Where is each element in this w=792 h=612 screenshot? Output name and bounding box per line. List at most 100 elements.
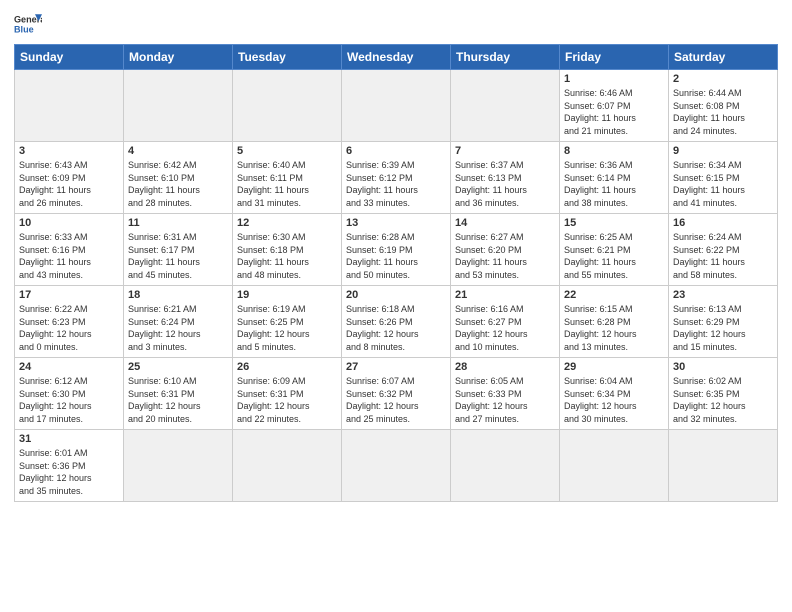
day-info: Sunrise: 6:15 AM Sunset: 6:28 PM Dayligh…	[564, 303, 664, 353]
day-number: 7	[455, 145, 555, 157]
day-info: Sunrise: 6:12 AM Sunset: 6:30 PM Dayligh…	[19, 375, 119, 425]
day-info: Sunrise: 6:16 AM Sunset: 6:27 PM Dayligh…	[455, 303, 555, 353]
day-number: 13	[346, 217, 446, 229]
day-number: 31	[19, 433, 119, 445]
calendar-cell	[451, 70, 560, 142]
calendar-cell: 23 Sunrise: 6:13 AM Sunset: 6:29 PM Dayli…	[669, 286, 778, 358]
calendar-cell: 20 Sunrise: 6:18 AM Sunset: 6:26 PM Dayli…	[342, 286, 451, 358]
day-number: 22	[564, 289, 664, 301]
calendar-cell: 29 Sunrise: 6:04 AM Sunset: 6:34 PM Dayli…	[560, 358, 669, 430]
day-info: Sunrise: 6:42 AM Sunset: 6:10 PM Dayligh…	[128, 159, 228, 209]
calendar-cell: 11 Sunrise: 6:31 AM Sunset: 6:17 PM Dayli…	[124, 214, 233, 286]
day-info: Sunrise: 6:04 AM Sunset: 6:34 PM Dayligh…	[564, 375, 664, 425]
day-number: 6	[346, 145, 446, 157]
day-number: 17	[19, 289, 119, 301]
calendar-cell: 1Sunrise: 6:46 AM Sunset: 6:07 PM Daylig…	[560, 70, 669, 142]
day-number: 18	[128, 289, 228, 301]
weekday-sunday: Sunday	[15, 45, 124, 70]
calendar-cell: 26Sunrise: 6:09 AM Sunset: 6:31 PM Dayli…	[233, 358, 342, 430]
day-number: 3	[19, 145, 119, 157]
week-row-4: 17 Sunrise: 6:22 AM Sunset: 6:23 PM Dayli…	[15, 286, 778, 358]
day-number: 4	[128, 145, 228, 157]
week-row-6: 31 Sunrise: 6:01 AM Sunset: 6:36 PM Dayli…	[15, 430, 778, 502]
day-number: 15	[564, 217, 664, 229]
day-number: 10	[19, 217, 119, 229]
weekday-saturday: Saturday	[669, 45, 778, 70]
calendar-cell: 30Sunrise: 6:02 AM Sunset: 6:35 PM Dayli…	[669, 358, 778, 430]
day-info: Sunrise: 6:24 AM Sunset: 6:22 PM Dayligh…	[673, 231, 773, 281]
calendar-cell: 12 Sunrise: 6:30 AM Sunset: 6:18 PM Dayli…	[233, 214, 342, 286]
calendar-cell	[233, 430, 342, 502]
day-info: Sunrise: 6:21 AM Sunset: 6:24 PM Dayligh…	[128, 303, 228, 353]
calendar-cell: 31 Sunrise: 6:01 AM Sunset: 6:36 PM Dayli…	[15, 430, 124, 502]
weekday-monday: Monday	[124, 45, 233, 70]
day-number: 2	[673, 73, 773, 85]
calendar-cell	[342, 70, 451, 142]
day-info: Sunrise: 6:43 AM Sunset: 6:09 PM Dayligh…	[19, 159, 119, 209]
calendar-cell: 16 Sunrise: 6:24 AM Sunset: 6:22 PM Dayli…	[669, 214, 778, 286]
day-number: 16	[673, 217, 773, 229]
day-number: 27	[346, 361, 446, 373]
calendar-cell: 4 Sunrise: 6:42 AM Sunset: 6:10 PM Daylig…	[124, 142, 233, 214]
calendar-cell: 2 Sunrise: 6:44 AM Sunset: 6:08 PM Daylig…	[669, 70, 778, 142]
week-row-2: 3 Sunrise: 6:43 AM Sunset: 6:09 PM Daylig…	[15, 142, 778, 214]
calendar-cell: 19 Sunrise: 6:19 AM Sunset: 6:25 PM Dayli…	[233, 286, 342, 358]
day-number: 24	[19, 361, 119, 373]
weekday-thursday: Thursday	[451, 45, 560, 70]
day-number: 23	[673, 289, 773, 301]
day-info: Sunrise: 6:25 AM Sunset: 6:21 PM Dayligh…	[564, 231, 664, 281]
day-number: 21	[455, 289, 555, 301]
calendar-cell: 6 Sunrise: 6:39 AM Sunset: 6:12 PM Daylig…	[342, 142, 451, 214]
day-number: 20	[346, 289, 446, 301]
calendar-cell: 8Sunrise: 6:36 AM Sunset: 6:14 PM Daylig…	[560, 142, 669, 214]
day-number: 11	[128, 217, 228, 229]
weekday-header-row: SundayMondayTuesdayWednesdayThursdayFrid…	[15, 45, 778, 70]
day-info: Sunrise: 6:39 AM Sunset: 6:12 PM Dayligh…	[346, 159, 446, 209]
calendar-cell	[342, 430, 451, 502]
day-number: 29	[564, 361, 664, 373]
generalblue-logo-icon: General Blue	[14, 10, 42, 38]
day-number: 1	[564, 73, 664, 85]
calendar-cell	[451, 430, 560, 502]
day-info: Sunrise: 6:31 AM Sunset: 6:17 PM Dayligh…	[128, 231, 228, 281]
day-info: Sunrise: 6:18 AM Sunset: 6:26 PM Dayligh…	[346, 303, 446, 353]
calendar-cell: 5Sunrise: 6:40 AM Sunset: 6:11 PM Daylig…	[233, 142, 342, 214]
calendar-cell: 13 Sunrise: 6:28 AM Sunset: 6:19 PM Dayli…	[342, 214, 451, 286]
day-number: 25	[128, 361, 228, 373]
day-number: 14	[455, 217, 555, 229]
weekday-friday: Friday	[560, 45, 669, 70]
day-info: Sunrise: 6:27 AM Sunset: 6:20 PM Dayligh…	[455, 231, 555, 281]
calendar-cell	[560, 430, 669, 502]
calendar-cell: 14 Sunrise: 6:27 AM Sunset: 6:20 PM Dayli…	[451, 214, 560, 286]
calendar-table: SundayMondayTuesdayWednesdayThursdayFrid…	[14, 44, 778, 502]
day-info: Sunrise: 6:07 AM Sunset: 6:32 PM Dayligh…	[346, 375, 446, 425]
day-number: 5	[237, 145, 337, 157]
day-info: Sunrise: 6:05 AM Sunset: 6:33 PM Dayligh…	[455, 375, 555, 425]
day-info: Sunrise: 6:28 AM Sunset: 6:19 PM Dayligh…	[346, 231, 446, 281]
logo: General Blue	[14, 10, 42, 38]
week-row-5: 24 Sunrise: 6:12 AM Sunset: 6:30 PM Dayli…	[15, 358, 778, 430]
day-info: Sunrise: 6:01 AM Sunset: 6:36 PM Dayligh…	[19, 447, 119, 497]
day-info: Sunrise: 6:44 AM Sunset: 6:08 PM Dayligh…	[673, 87, 773, 137]
day-number: 28	[455, 361, 555, 373]
calendar-cell: 21 Sunrise: 6:16 AM Sunset: 6:27 PM Dayli…	[451, 286, 560, 358]
day-number: 30	[673, 361, 773, 373]
calendar-cell: 17 Sunrise: 6:22 AM Sunset: 6:23 PM Dayli…	[15, 286, 124, 358]
calendar-cell: 18 Sunrise: 6:21 AM Sunset: 6:24 PM Dayli…	[124, 286, 233, 358]
calendar-cell	[233, 70, 342, 142]
calendar-cell: 27 Sunrise: 6:07 AM Sunset: 6:32 PM Dayli…	[342, 358, 451, 430]
week-row-1: 1Sunrise: 6:46 AM Sunset: 6:07 PM Daylig…	[15, 70, 778, 142]
day-info: Sunrise: 6:10 AM Sunset: 6:31 PM Dayligh…	[128, 375, 228, 425]
header: General Blue	[14, 10, 778, 38]
day-info: Sunrise: 6:19 AM Sunset: 6:25 PM Dayligh…	[237, 303, 337, 353]
day-info: Sunrise: 6:22 AM Sunset: 6:23 PM Dayligh…	[19, 303, 119, 353]
day-number: 19	[237, 289, 337, 301]
day-info: Sunrise: 6:30 AM Sunset: 6:18 PM Dayligh…	[237, 231, 337, 281]
calendar-cell: 28 Sunrise: 6:05 AM Sunset: 6:33 PM Dayli…	[451, 358, 560, 430]
day-number: 12	[237, 217, 337, 229]
weekday-tuesday: Tuesday	[233, 45, 342, 70]
day-info: Sunrise: 6:09 AM Sunset: 6:31 PM Dayligh…	[237, 375, 337, 425]
week-row-3: 10Sunrise: 6:33 AM Sunset: 6:16 PM Dayli…	[15, 214, 778, 286]
day-info: Sunrise: 6:13 AM Sunset: 6:29 PM Dayligh…	[673, 303, 773, 353]
calendar-cell: 10Sunrise: 6:33 AM Sunset: 6:16 PM Dayli…	[15, 214, 124, 286]
